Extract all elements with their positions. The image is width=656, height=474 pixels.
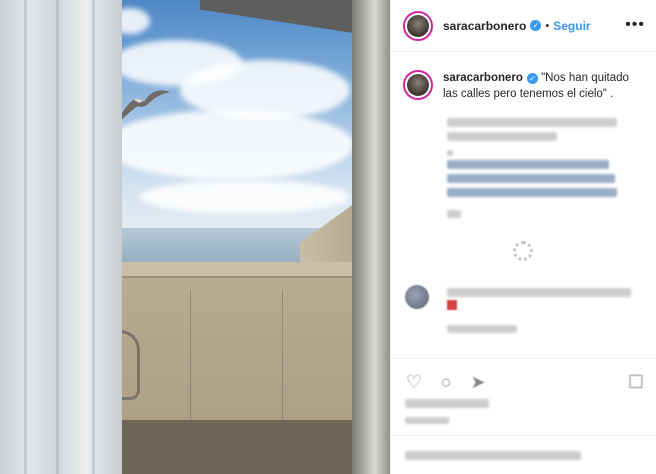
curtain-fold <box>56 0 59 474</box>
blurred-text <box>447 132 557 141</box>
verified-badge-icon: ✓ <box>526 73 538 84</box>
verified-badge-icon: ✓ <box>530 20 542 31</box>
blurred-hashtags <box>447 188 617 197</box>
blurred-add-comment[interactable] <box>405 451 581 460</box>
blurred-text <box>447 118 617 127</box>
curtain-fold <box>24 0 27 474</box>
save-icon[interactable]: ☐ <box>625 371 647 393</box>
share-icon[interactable]: ➤ <box>467 371 489 393</box>
blurred-hashtags <box>447 174 615 183</box>
divider <box>391 435 656 436</box>
username-link[interactable]: saracarbonero <box>443 19 526 33</box>
balcony-ledge <box>112 262 352 278</box>
caption-avatar[interactable] <box>403 70 433 100</box>
cloud <box>140 180 350 214</box>
action-bar: ♡ ○ ➤ ☐ <box>391 358 656 474</box>
follow-button[interactable]: Seguir <box>553 19 590 33</box>
separator-dot: • <box>545 19 550 32</box>
post-header: saracarbonero ✓ • Seguir ••• <box>391 0 656 52</box>
comment-icon[interactable]: ○ <box>435 371 457 393</box>
post-side-panel: saracarbonero ✓ • Seguir ••• saracarbone… <box>390 0 656 474</box>
like-icon[interactable]: ♡ <box>403 371 425 393</box>
avatar[interactable] <box>403 10 433 41</box>
blurred-timestamp <box>447 210 461 218</box>
more-options-icon[interactable]: ••• <box>625 16 645 34</box>
balcony-floor <box>112 420 352 474</box>
blurred-comment-meta <box>447 325 517 333</box>
loading-spinner-icon <box>513 241 533 261</box>
heart-emoji-icon <box>447 300 457 310</box>
caption-username[interactable]: saracarbonero <box>443 72 523 84</box>
window-frame <box>352 0 390 474</box>
blurred-likes <box>405 399 489 408</box>
post-photo[interactable] <box>0 0 390 474</box>
blurred-text <box>447 150 453 156</box>
caption-text: saracarbonero ✓ "Nos han quitado las call… <box>443 70 643 102</box>
comment-avatar[interactable] <box>405 285 429 309</box>
curtain <box>0 0 122 474</box>
blurred-comment <box>447 288 631 297</box>
blurred-date <box>405 417 449 424</box>
caption: saracarbonero ✓ "Nos han quitado las call… <box>403 70 647 102</box>
blurred-hashtags <box>447 160 609 169</box>
curtain-fold <box>92 0 95 474</box>
